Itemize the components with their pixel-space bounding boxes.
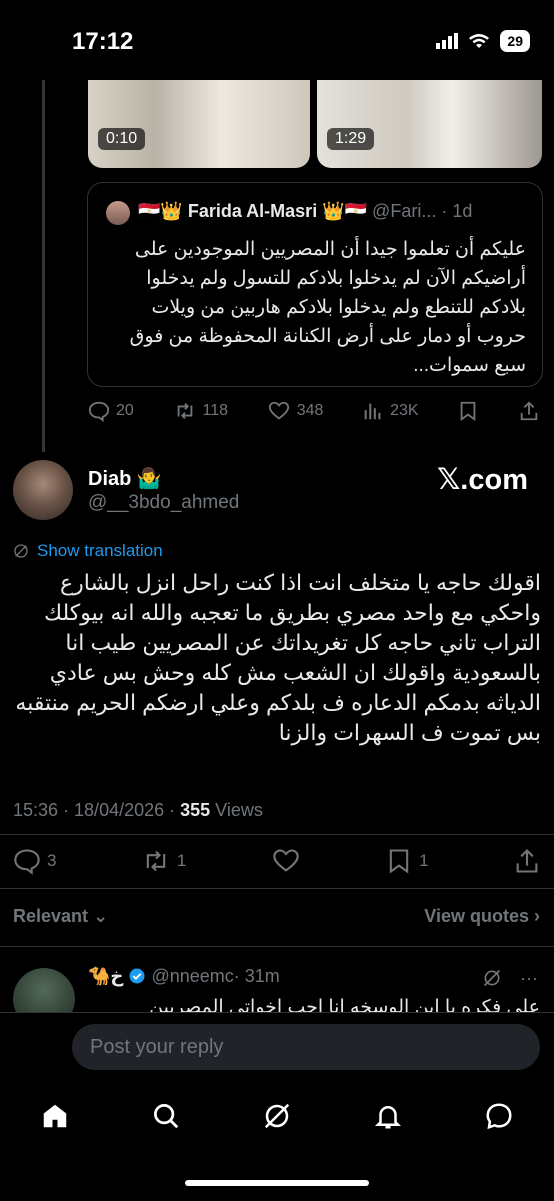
source-label: 𝕏.com [436,464,528,496]
reply-time: · 31m [233,966,280,986]
post-actions: 3 1 1 [13,844,541,878]
repost-count: 118 [202,402,229,419]
views-label: Views [210,800,263,820]
bottom-nav [0,1090,554,1142]
post-timestamp: 15:36 · 18/04/2026 · [13,800,181,820]
chevron-right-icon: › [534,906,540,926]
show-translation-label: Show translation [37,541,163,560]
share-icon [513,847,541,875]
video-thumbnail[interactable]: 1:29 [317,80,542,168]
repost-icon [141,847,171,875]
quoted-author-handle: @Fari... [372,201,437,221]
messages-icon[interactable] [484,1101,514,1131]
share-icon [518,400,540,422]
home-indicator [185,1180,369,1186]
bookmark-icon [457,400,479,422]
reply-icon [13,847,41,875]
avatar[interactable] [13,460,73,520]
views-count: 355 [180,800,211,820]
grok-icon[interactable] [262,1101,292,1131]
like-button[interactable] [271,847,301,875]
author-name[interactable]: Diab 🤷‍♂️ [88,466,162,491]
reply-count: 3 [47,851,57,870]
bookmark-button[interactable] [457,400,479,422]
repost-icon [173,400,197,422]
share-button[interactable] [513,847,541,875]
cellular-icon [436,33,459,49]
search-icon[interactable] [151,1101,181,1131]
divider [0,834,554,835]
reply-button[interactable]: 20 [88,400,134,422]
verified-icon [128,967,146,985]
reply-button[interactable]: 3 [13,847,56,875]
post-text: اقولك حاجه يا متخلف انت اذا كنت راحل انز… [15,570,541,745]
like-count: 348 [296,402,324,419]
home-icon[interactable] [40,1101,70,1131]
repost-button[interactable]: 118 [173,400,229,422]
reply-input[interactable]: Post your reply [72,1024,540,1070]
views-button[interactable]: 23K [362,400,419,422]
translate-icon [13,543,29,559]
repost-count: 1 [176,851,187,870]
status-icons: 29 [436,30,530,52]
reply-icon [88,400,110,422]
bookmark-icon [385,847,413,875]
quoted-post-time: · 1d [441,201,473,221]
repost-button[interactable]: 1 [141,847,186,875]
reply-count: 20 [116,402,134,419]
quoted-post-actions: 20 118 348 23K [88,396,540,426]
status-bar: 17:12 29 [0,0,554,80]
like-button[interactable]: 348 [267,400,324,422]
wifi-icon [468,33,490,49]
battery-icon: 29 [500,30,530,52]
reply-author-handle[interactable]: @nneemc [151,966,233,986]
quoted-post-header: 🇪🇬👑 Farida Al-Masri 👑🇪🇬 @Fari... · 1d [138,201,472,222]
divider [0,888,554,889]
post-meta: 15:36 · 18/04/2026 · 355 Views [13,800,263,821]
video-duration: 1:29 [327,128,375,150]
view-quotes-label: View quotes [424,906,529,926]
reply-author-name[interactable]: 🐪خ [88,966,123,986]
thread-line [42,80,45,452]
notifications-icon[interactable] [373,1101,403,1131]
status-time: 17:12 [72,28,134,55]
bookmark-count: 1 [419,851,429,870]
grok-icon[interactable] [482,968,502,989]
sort-dropdown[interactable]: Relevant ⌄ [13,906,108,927]
video-duration: 0:10 [98,128,146,150]
chevron-down-icon: ⌄ [93,906,109,926]
sort-label: Relevant [13,906,89,926]
author-handle[interactable]: @__3bdo_ahmed [88,492,239,514]
views-count: 23K [390,402,419,419]
divider [0,946,554,947]
reply-header: 🐪خ @nneemc· 31m [88,966,280,987]
more-icon[interactable]: ··· [520,968,538,989]
show-translation-link[interactable]: Show translation [13,541,163,561]
view-quotes-link[interactable]: View quotes › [424,906,540,927]
reply-text: على فكره يا ابن الوسخه انا احب اخواتي ال… [149,997,540,1012]
bookmark-button[interactable]: 1 [385,847,429,875]
heart-icon [267,400,291,422]
heart-icon [271,847,301,875]
share-button[interactable] [518,400,540,422]
avatar[interactable] [106,201,130,225]
chart-icon [362,400,384,422]
quoted-author-name: 🇪🇬👑 Farida Al-Masri 👑🇪🇬 [138,201,368,221]
video-thumbnail[interactable]: 0:10 [88,80,310,168]
reply-tools: ··· [482,968,538,989]
quoted-post-text: عليكم أن تعلموا جيدا أن المصريين الموجود… [129,239,526,376]
quoted-post[interactable]: 🇪🇬👑 Farida Al-Masri 👑🇪🇬 @Fari... · 1d عل… [87,182,543,387]
